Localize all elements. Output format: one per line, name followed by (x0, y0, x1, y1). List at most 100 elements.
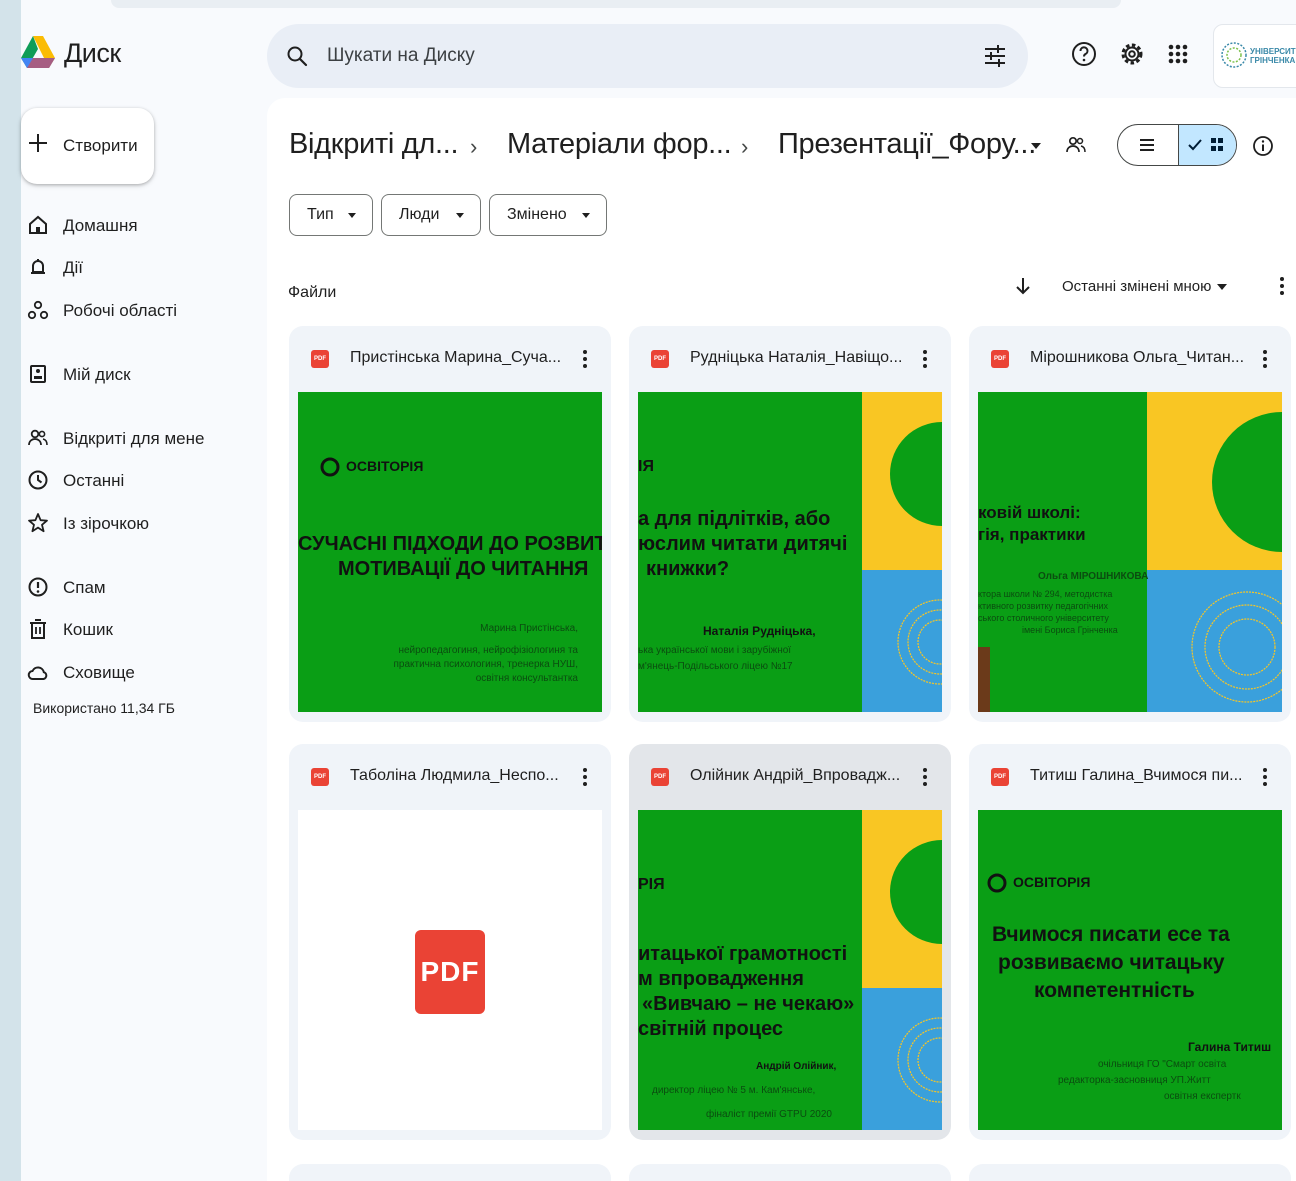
sidebar-item-trash[interactable]: Кошик (21, 613, 256, 647)
drive-logo-icon[interactable] (21, 30, 55, 74)
file-card[interactable]: PDF Рудніцька Наталія_Навіщо... ІЯ а для… (629, 326, 951, 722)
sort-direction-arrow-icon[interactable] (1014, 276, 1032, 296)
slide-author-name: Галина Титиш (1188, 1040, 1272, 1054)
slide-heading-line: світній процес (638, 1018, 784, 1040)
sidebar-item-activity[interactable]: Дії (21, 251, 256, 285)
slide-author-line: ктивного розвитку педагогічних (978, 601, 1109, 611)
more-vert-icon[interactable] (1279, 276, 1285, 296)
file-card[interactable] (289, 1164, 611, 1181)
file-card[interactable]: PDF Титиш Галина_Вчимося пи... ОСВІТОРІЯ… (969, 744, 1291, 1140)
slide-heading-line: розвиваємо читацьку (998, 951, 1225, 974)
file-thumbnail[interactable]: ОСВІТОРІЯ Вчимося писати есе та розвиває… (978, 810, 1282, 1130)
sidebar-item-label: Спам (63, 578, 106, 597)
slide-author-line: нейропедагогиня, нейрофізіологиня та (398, 645, 578, 656)
shared-icon (28, 429, 48, 446)
slide-author-line: освітня консультантка (475, 673, 578, 684)
file-card-title: Пристінська Марина_Суча... (350, 349, 562, 366)
spam-icon (28, 577, 48, 597)
sidebar-item-recent[interactable]: Останні (21, 464, 256, 498)
sidebar-item-label: Останні (63, 471, 125, 490)
search-bar[interactable] (267, 24, 1028, 88)
slide-heading-line: а для підлітків, або (638, 508, 831, 530)
chevron-right-icon: › (741, 134, 749, 159)
sidebar-item-storage[interactable]: Сховище (21, 656, 256, 690)
drive-app: Диск Шукати на Диску УНІВЕРСИТ ГРІНЧЕНКА… (21, 0, 1296, 1181)
file-card[interactable] (629, 1164, 951, 1181)
filter-chip-modified[interactable]: Змінено (489, 194, 607, 236)
star-icon (28, 513, 48, 533)
pdf-file-icon: PDF (311, 768, 329, 786)
app-name[interactable]: Диск (64, 38, 121, 69)
sidebar-item-shared-with-me[interactable]: Відкриті для мене (21, 422, 256, 456)
new-button-label: Створити (63, 136, 138, 155)
file-card[interactable]: PDF Таболіна Людмила_Неспо... PDF (289, 744, 611, 1140)
breadcrumb-item-current-folder[interactable]: Презентації_Фору... (778, 128, 1036, 161)
sidebar-item-spam[interactable]: Спам (21, 571, 256, 605)
plus-icon (29, 134, 47, 152)
osvitoria-logo-icon (320, 457, 340, 477)
slide-heading-line: м впровадження (638, 968, 804, 990)
file-card[interactable]: PDF Мірошникова Ольга_Читан... ковій шко… (969, 326, 1291, 722)
sidebar-item-my-drive[interactable]: Мій диск (21, 358, 256, 392)
shared-folder-people-icon[interactable] (1064, 134, 1088, 156)
pdf-file-icon: PDF (651, 768, 669, 786)
slide-author-line: освітня експертк (1164, 1091, 1241, 1102)
trash-icon (30, 619, 46, 639)
sidebar-item-starred[interactable]: Із зірочкою (21, 507, 256, 541)
file-card-title: Мірошникова Ольга_Читан... (1030, 349, 1245, 366)
sort-caret-icon[interactable] (1216, 283, 1228, 291)
chevron-down-icon (456, 213, 464, 218)
slide-author-line: ктора школи № 294, методистка (978, 589, 1113, 599)
more-vert-icon[interactable] (917, 347, 933, 371)
filter-chip-label: Змінено (507, 206, 567, 223)
file-card[interactable]: PDF Пристінська Марина_Суча... ОСВІТОРІЯ… (289, 326, 611, 722)
list-view-button[interactable] (1118, 125, 1178, 165)
file-card[interactable] (969, 1164, 1291, 1181)
more-vert-icon[interactable] (1257, 765, 1273, 789)
file-thumbnail[interactable]: РІЯ итацької грамотності м впровадження … (638, 810, 942, 1130)
file-card-title: Рудніцька Наталія_Навіщо... (690, 349, 903, 366)
sidebar-item-workspaces[interactable]: Робочі області (21, 294, 256, 328)
search-icon[interactable] (285, 44, 309, 68)
sort-menu-button[interactable]: Останні змінені мною (1062, 278, 1211, 295)
help-icon[interactable] (1070, 40, 1098, 68)
home-icon (29, 215, 47, 234)
file-thumbnail[interactable]: ковій школі: гія, практики Ольга МІРОШНИ… (978, 392, 1282, 712)
filter-chip-people[interactable]: Люди (381, 194, 481, 236)
osvitoria-logo-icon (987, 873, 1007, 893)
sidebar-item-home[interactable]: Домашня (21, 209, 256, 243)
search-input[interactable] (327, 36, 947, 76)
main-content: Відкриті дл... › Матеріали фор... › През… (267, 98, 1296, 1181)
more-vert-icon[interactable] (577, 765, 593, 789)
more-vert-icon[interactable] (917, 765, 933, 789)
slide-photo-edge (978, 647, 990, 712)
organization-logo[interactable]: УНІВЕРСИТ ГРІНЧЕНКА (1213, 24, 1296, 88)
pdf-placeholder-icon: PDF (415, 930, 485, 1014)
slide-author-line: практична психологиня, тренерка НУШ, (393, 659, 578, 670)
apps-grid-icon[interactable] (1164, 40, 1192, 68)
grid-view-button[interactable] (1178, 125, 1236, 165)
new-button[interactable]: Створити (21, 108, 154, 184)
info-icon[interactable] (1251, 134, 1275, 158)
more-vert-icon[interactable] (577, 347, 593, 371)
slide-logo-text: РІЯ (638, 876, 665, 893)
file-card[interactable]: PDF Олійник Андрій_Впровадж... РІЯ итаць… (629, 744, 951, 1140)
breadcrumb-item-forum-materials[interactable]: Матеріали фор... (507, 128, 732, 161)
sidebar-item-label: Відкриті для мене (63, 429, 205, 448)
search-options-icon[interactable] (982, 43, 1008, 69)
check-grid-icon (1188, 138, 1223, 151)
folder-menu-caret-icon[interactable] (1030, 142, 1042, 150)
slide-author-line: Марина Пристінська, (480, 623, 578, 634)
filter-chip-label: Тип (307, 206, 334, 223)
file-thumbnail[interactable]: PDF (298, 810, 602, 1130)
file-thumbnail[interactable]: ІЯ а для підлітків, або юслим читати дит… (638, 392, 942, 712)
slide-text-area (978, 392, 1147, 712)
slide-author-line: директор ліцею № 5 м. Кам'янське, (652, 1085, 816, 1096)
filter-chip-type[interactable]: Тип (289, 194, 373, 236)
university-emblem-icon (1221, 42, 1247, 68)
file-thumbnail[interactable]: ОСВІТОРІЯ СУЧАСНІ ПІДХОДИ ДО РОЗВИТК МОТ… (298, 392, 602, 712)
settings-gear-icon[interactable] (1118, 40, 1146, 68)
more-vert-icon[interactable] (1257, 347, 1273, 371)
breadcrumb-item-shared[interactable]: Відкриті дл... (289, 128, 459, 161)
pdf-file-icon: PDF (311, 350, 329, 368)
